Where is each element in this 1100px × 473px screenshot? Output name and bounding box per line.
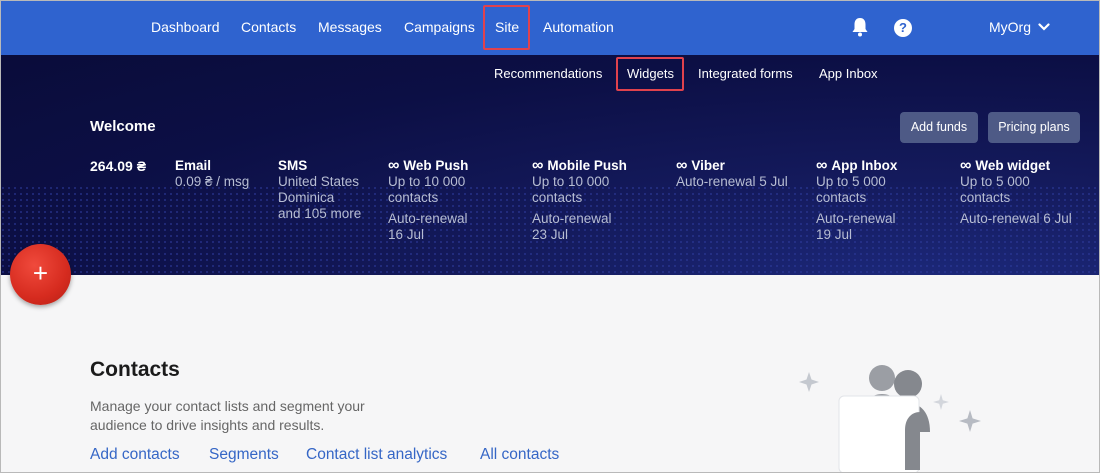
service-detail: contacts (388, 190, 439, 205)
service-name: Viber (691, 158, 725, 173)
org-selector[interactable]: MyOrg (989, 19, 1031, 35)
nav-messages[interactable]: Messages (318, 19, 382, 35)
service-renewal: Auto-renewal (388, 211, 468, 226)
nav-campaigns[interactable]: Campaigns (404, 19, 475, 35)
service-name-row: ∞ App Inbox (816, 158, 897, 174)
sparkle-icon (933, 394, 949, 410)
service-name: App Inbox (831, 158, 898, 173)
pricing-plans-button[interactable]: Pricing plans (988, 112, 1080, 143)
service-name: Mobile Push (547, 158, 627, 173)
subnav-app-inbox[interactable]: App Inbox (819, 66, 878, 81)
add-contacts-link[interactable]: Add contacts (90, 446, 180, 464)
service-detail: and 105 more (278, 206, 362, 221)
infinity-icon: ∞ (960, 157, 972, 174)
service-detail: Up to 10 000 (532, 174, 610, 189)
all-contacts-link[interactable]: All contacts (480, 446, 559, 464)
service-detail: contacts (960, 190, 1011, 205)
service-mobile-push: ∞ Mobile Push Up to 10 000 contacts Auto-… (532, 158, 627, 243)
subnav-widgets[interactable]: Widgets (627, 66, 674, 81)
infinity-icon: ∞ (532, 157, 544, 174)
service-renewal-date: 16 Jul (388, 227, 425, 242)
chevron-down-icon[interactable] (1038, 22, 1050, 32)
nav-dashboard[interactable]: Dashboard (151, 19, 220, 35)
service-name: SMS (278, 158, 308, 173)
sparkle-icon (799, 372, 819, 392)
create-plus-button[interactable]: + (10, 244, 71, 305)
service-name-row: ∞ Web widget (960, 158, 1072, 174)
service-app-inbox: ∞ App Inbox Up to 5 000 contacts Auto-ren… (816, 158, 897, 243)
service-renewal: Auto-renewal 6 Jul (960, 211, 1072, 226)
service-detail: 0.09 ₴ / msg (175, 174, 250, 189)
service-detail: Dominica (278, 190, 335, 205)
service-name: Web widget (975, 158, 1051, 173)
service-detail: Up to 5 000 (960, 174, 1030, 189)
segments-link[interactable]: Segments (209, 446, 279, 464)
subnav-recommendations[interactable]: Recommendations (494, 66, 602, 81)
account-balance: 264.09 ₴ (90, 158, 147, 174)
nav-site[interactable]: Site (495, 19, 519, 35)
service-detail: contacts (816, 190, 867, 205)
service-name-row: ∞ Viber (676, 158, 788, 174)
add-funds-button[interactable]: Add funds (900, 112, 978, 143)
help-icon[interactable]: ? (894, 19, 912, 37)
account-banner: Recommendations Widgets Integrated forms… (0, 55, 1100, 275)
service-sms: SMS United States Dominica and 105 more (278, 158, 361, 222)
contacts-illustration (799, 365, 981, 473)
nav-contacts[interactable]: Contacts (241, 19, 296, 35)
infinity-icon: ∞ (388, 157, 400, 174)
service-web-push: ∞ Web Push Up to 10 000 contacts Auto-ren… (388, 158, 468, 243)
subnav-integrated-forms[interactable]: Integrated forms (698, 66, 793, 81)
service-web-widget: ∞ Web widget Up to 5 000 contacts Auto-re… (960, 158, 1072, 227)
service-email: Email 0.09 ₴ / msg (175, 158, 249, 190)
service-renewal-date: 23 Jul (532, 227, 569, 242)
service-viber: ∞ Viber Auto-renewal 5 Jul (676, 158, 788, 190)
service-name: Email (175, 158, 212, 173)
infinity-icon: ∞ (676, 157, 688, 174)
service-renewal-date: 19 Jul (816, 227, 853, 242)
welcome-heading: Welcome (90, 118, 156, 135)
service-renewal: Auto-renewal (532, 211, 612, 226)
bell-icon[interactable] (851, 17, 869, 37)
service-detail: Auto-renewal 5 Jul (676, 174, 788, 189)
service-detail: contacts (532, 190, 583, 205)
service-detail: United States (278, 174, 360, 189)
service-renewal: Auto-renewal (816, 211, 896, 226)
service-detail: Up to 10 000 (388, 174, 466, 189)
service-name-row: ∞ Web Push (388, 158, 468, 174)
infinity-icon: ∞ (816, 157, 828, 174)
service-detail: Up to 5 000 (816, 174, 886, 189)
service-name-row: ∞ Mobile Push (532, 158, 627, 174)
nav-automation[interactable]: Automation (543, 19, 614, 35)
contacts-description: Manage your contact lists and segment yo… (90, 398, 365, 433)
top-navigation: Dashboard Contacts Messages Campaigns Si… (0, 0, 1100, 55)
sparkle-icon (959, 410, 981, 432)
contacts-title: Contacts (90, 358, 180, 381)
service-name: Web Push (403, 158, 469, 173)
contact-list-analytics-link[interactable]: Contact list analytics (306, 446, 447, 464)
